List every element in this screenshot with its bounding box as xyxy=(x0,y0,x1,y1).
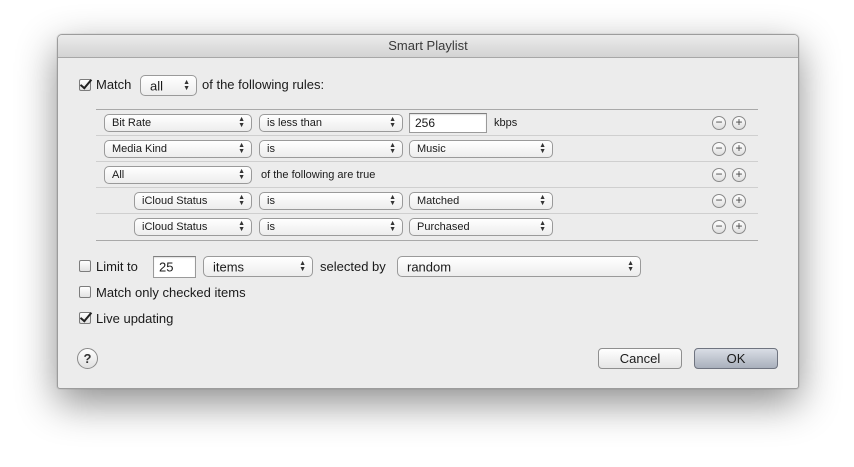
limit-count-text: 25 xyxy=(159,259,174,275)
rule-value-text: Music xyxy=(417,143,446,155)
up-down-arrows-icon: ▲ ▼ xyxy=(389,194,396,207)
rule-value-popup[interactable]: Matched ▲ ▼ xyxy=(409,192,553,210)
match-checked-items-checkbox[interactable] xyxy=(79,286,91,298)
remove-rule-button[interactable]: − xyxy=(712,168,726,182)
selected-by-label: selected by xyxy=(320,259,386,274)
live-updating-label: Live updating xyxy=(96,311,174,326)
rule-operator-popup[interactable]: is less than ▲ ▼ xyxy=(259,114,403,132)
live-updating-checkbox[interactable] xyxy=(79,312,91,324)
rule-field-popup[interactable]: Media Kind ▲ ▼ xyxy=(104,140,252,158)
bitrate-value-text: 256 xyxy=(415,116,436,130)
up-down-arrows-icon: ▲ ▼ xyxy=(299,259,306,273)
up-down-arrows-icon: ▲ ▼ xyxy=(539,194,546,207)
rule-value-popup[interactable]: Music ▲ ▼ xyxy=(409,140,553,158)
selected-by-value: random xyxy=(407,259,452,274)
rule-operator-value: is xyxy=(267,143,275,155)
rule-group-value: All xyxy=(112,169,125,181)
match-mode-popup[interactable]: all ▲ ▼ xyxy=(140,75,197,96)
up-down-arrows-icon: ▲ ▼ xyxy=(389,116,396,129)
remove-rule-button[interactable]: − xyxy=(712,142,726,156)
up-down-arrows-icon: ▲ ▼ xyxy=(183,78,190,92)
up-down-arrows-icon: ▲ ▼ xyxy=(627,259,634,273)
help-button[interactable]: ? xyxy=(77,348,98,369)
window-title: Smart Playlist xyxy=(58,35,798,58)
add-rule-button[interactable]: + xyxy=(732,220,746,234)
remove-rule-button[interactable]: − xyxy=(712,220,726,234)
match-checkbox[interactable] xyxy=(79,79,91,91)
limit-unit-popup[interactable]: items ▲ ▼ xyxy=(203,256,313,277)
add-rule-button[interactable]: + xyxy=(732,142,746,156)
up-down-arrows-icon: ▲ ▼ xyxy=(389,142,396,155)
remove-rule-button[interactable]: − xyxy=(712,116,726,130)
rule-field-popup[interactable]: iCloud Status ▲ ▼ xyxy=(134,192,252,210)
limit-count-field[interactable]: 25 xyxy=(153,256,196,278)
rule-field-value: Media Kind xyxy=(112,143,168,155)
match-label: Match xyxy=(96,77,132,92)
rule-value-text: Matched xyxy=(417,195,460,207)
up-down-arrows-icon: ▲ ▼ xyxy=(238,168,245,181)
up-down-arrows-icon: ▲ ▼ xyxy=(238,116,245,129)
rules-list: Bit Rate ▲ ▼ is less than ▲ ▼ 256 kbps − +… xyxy=(96,109,758,241)
rule-field-value: iCloud Status xyxy=(142,221,208,233)
rule-operator-popup[interactable]: is ▲ ▼ xyxy=(259,218,403,236)
ok-button[interactable]: OK xyxy=(694,348,778,369)
match-mode-value: all xyxy=(150,78,164,93)
rule-operator-value: is xyxy=(267,195,275,207)
rule-field-popup[interactable]: Bit Rate ▲ ▼ xyxy=(104,114,252,132)
rule-value-popup[interactable]: Purchased ▲ ▼ xyxy=(409,218,553,236)
limit-unit-value: items xyxy=(213,259,245,274)
rule-operator-popup[interactable]: is ▲ ▼ xyxy=(259,140,403,158)
remove-rule-button[interactable]: − xyxy=(712,194,726,208)
rule-group-popup[interactable]: All ▲ ▼ xyxy=(104,166,252,184)
limit-checkbox[interactable] xyxy=(79,260,91,272)
rule-operator-value: is less than xyxy=(267,117,323,129)
up-down-arrows-icon: ▲ ▼ xyxy=(539,142,546,155)
bitrate-value-field[interactable]: 256 xyxy=(409,113,487,133)
smart-playlist-dialog: Smart Playlist Match all ▲ ▼ of the follo… xyxy=(57,34,799,389)
bitrate-unit: kbps xyxy=(494,117,518,129)
rule-field-value: Bit Rate xyxy=(112,117,152,129)
add-rule-button[interactable]: + xyxy=(732,168,746,182)
rule-operator-popup[interactable]: is ▲ ▼ xyxy=(259,192,403,210)
add-rule-button[interactable]: + xyxy=(732,194,746,208)
up-down-arrows-icon: ▲ ▼ xyxy=(238,194,245,207)
rule-group-suffix: of the following are true xyxy=(261,169,376,181)
cancel-button[interactable]: Cancel xyxy=(598,348,682,369)
rule-operator-value: is xyxy=(267,221,275,233)
up-down-arrows-icon: ▲ ▼ xyxy=(238,220,245,233)
rule-field-popup[interactable]: iCloud Status ▲ ▼ xyxy=(134,218,252,236)
up-down-arrows-icon: ▲ ▼ xyxy=(389,220,396,233)
up-down-arrows-icon: ▲ ▼ xyxy=(238,142,245,155)
selected-by-popup[interactable]: random ▲ ▼ xyxy=(397,256,641,277)
add-rule-button[interactable]: + xyxy=(732,116,746,130)
limit-label: Limit to xyxy=(96,259,138,274)
match-suffix: of the following rules: xyxy=(202,77,325,92)
rule-field-value: iCloud Status xyxy=(142,195,208,207)
up-down-arrows-icon: ▲ ▼ xyxy=(539,220,546,233)
rule-value-text: Purchased xyxy=(417,221,470,233)
match-checked-items-label: Match only checked items xyxy=(96,285,246,300)
